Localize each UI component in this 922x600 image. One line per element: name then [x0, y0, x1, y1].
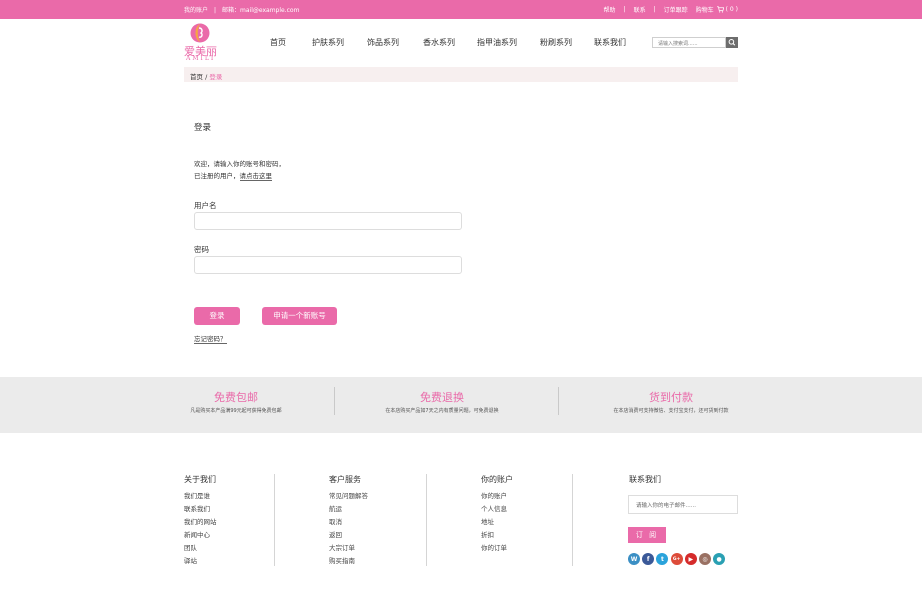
page-title: 登录	[194, 123, 212, 133]
footer-link-personal-info[interactable]: 个人信息	[481, 503, 513, 516]
main-nav: 首页 护肤系列 饰品系列 香水系列 指甲油系列 粉刷系列 联系我们	[0, 37, 922, 49]
forgot-password-link[interactable]: 忘记密码？	[194, 333, 227, 344]
feature-free-returns: 免费退换 在本店购买产品如7天之内有质量问题，可免费退换	[381, 389, 503, 414]
feature-desc: 凡是购买本产品满99元起可获得免费包邮	[190, 408, 282, 414]
footer-link-buying-guide[interactable]: 购买指南	[329, 555, 368, 568]
footer-link-news[interactable]: 新闻中心	[184, 529, 217, 542]
cart-link[interactable]: 购物车 ( 0 )	[696, 5, 738, 14]
instagram-icon[interactable]: ◎	[698, 553, 711, 565]
footer-link-your-account[interactable]: 你的账户	[481, 490, 513, 503]
contact-link[interactable]: 联系	[634, 5, 646, 14]
cart-icon	[716, 6, 724, 13]
feature-title: 免费包邮	[214, 391, 258, 404]
cart-label: 购物车	[695, 7, 714, 14]
footer-account: 你的账户 你的账户 个人信息 地址 折扣 你的订单	[481, 474, 513, 555]
top-bar: 我的账户 | 邮箱：mail@example.com 帮助 | 联系 | 订单跟踪 …	[0, 0, 922, 19]
footer-divider	[572, 474, 573, 566]
footer-link-bulk-orders[interactable]: 大宗订单	[329, 542, 368, 555]
footer-link-who-we-are[interactable]: 我们是谁	[184, 490, 217, 503]
social-icons: Wf t G+ ▶ ◎ ●	[628, 553, 727, 566]
footer-heading: 客户服务	[329, 475, 361, 484]
footer-link-cancel[interactable]: 取消	[329, 516, 368, 529]
footer-link-returns[interactable]: 返回	[329, 529, 368, 542]
footer-link-stations[interactable]: 驿站	[184, 555, 217, 568]
feature-desc: 在本店消费可支持微信、支付宝支付，还可货到付款	[613, 408, 729, 414]
footer-link-address[interactable]: 地址	[481, 516, 513, 529]
footer-heading: 关于我们	[184, 475, 216, 484]
footer-about: 关于我们 我们是谁 联系我们 我们的网站 新闻中心 团队 驿站	[184, 474, 217, 568]
topbar-left: 我的账户 | 邮箱：mail@example.com	[184, 5, 299, 14]
topbar-separator: |	[653, 6, 656, 13]
welcome-line-2: 已注册的用户，请点击这里	[194, 170, 285, 182]
feature-title: 免费退换	[420, 391, 464, 404]
nav-item-accessories[interactable]: 饰品系列	[367, 37, 399, 48]
footer-heading: 你的账户	[481, 475, 513, 484]
feature-desc: 在本店购买产品如7天之内有质量问题，可免费退换	[385, 408, 499, 414]
nav-item-home[interactable]: 首页	[270, 37, 286, 48]
footer-link-our-site[interactable]: 我们的网站	[184, 516, 217, 529]
feature-divider	[334, 387, 335, 415]
facebook-icon[interactable]: f	[642, 553, 655, 565]
feature-divider	[558, 387, 559, 415]
subscribe-button[interactable]: 订 阅	[628, 527, 666, 543]
features-band: 免费包邮 凡是购买本产品满99元起可获得免费包邮 免费退换 在本店购买产品如7天…	[0, 377, 922, 433]
breadcrumb-home[interactable]: 首页	[190, 73, 203, 81]
nav-item-perfume[interactable]: 香水系列	[423, 37, 455, 48]
register-button[interactable]: 申请一个新账号	[262, 307, 337, 325]
google-plus-icon[interactable]: G+	[670, 553, 683, 565]
search-input[interactable]: 请输入搜索词......	[652, 37, 726, 48]
logo-english-text: AMILI	[186, 55, 216, 62]
login-button[interactable]: 登录	[194, 307, 240, 325]
username-label: 用户名	[194, 201, 217, 210]
footer-link-team[interactable]: 团队	[184, 542, 217, 555]
breadcrumb: 首页 / 登录	[184, 67, 738, 82]
footer-link-discount[interactable]: 折扣	[481, 529, 513, 542]
topbar-email: 邮箱：mail@example.com	[222, 7, 300, 14]
footer-link-faq[interactable]: 常见问题解答	[329, 490, 368, 503]
help-link[interactable]: 帮助	[604, 5, 616, 14]
username-field[interactable]	[194, 212, 462, 230]
footer-link-contact-us[interactable]: 联系我们	[184, 503, 217, 516]
footer-heading: 联系我们	[629, 475, 661, 484]
feature-cash-on-delivery: 货到付款 在本店消费可支持微信、支付宝支付，还可货到付款	[604, 389, 738, 414]
welcome-text: 欢迎，请输入你的账号和密码， 已注册的用户，请点击这里	[194, 158, 285, 182]
breadcrumb-current: 登录	[209, 73, 223, 81]
footer-service: 客户服务 常见问题解答 航运 取消 返回 大宗订单 购买指南	[329, 474, 368, 568]
twitter-icon[interactable]: t	[656, 553, 669, 565]
search-button[interactable]	[726, 37, 738, 48]
feature-title: 货到付款	[649, 391, 693, 404]
topbar-separator: |	[214, 7, 217, 14]
search-bar: 请输入搜索词......	[652, 37, 738, 48]
password-label: 密码	[194, 245, 209, 254]
newsletter-email-input[interactable]: 请输入你的电子邮件......	[628, 495, 738, 514]
location-icon[interactable]: ●	[713, 553, 726, 565]
footer-divider	[426, 474, 427, 566]
weibo-icon[interactable]: W	[628, 553, 640, 565]
footer-link-shipping[interactable]: 航运	[329, 503, 368, 516]
cart-count: ( 0 )	[725, 6, 738, 13]
search-icon	[728, 39, 736, 46]
my-account-link[interactable]: 我的账户	[184, 7, 208, 14]
nav-item-brushes[interactable]: 粉刷系列	[540, 37, 572, 48]
nav-item-contact[interactable]: 联系我们	[594, 37, 626, 48]
nav-item-skincare[interactable]: 护肤系列	[312, 37, 344, 48]
nav-item-nail-polish[interactable]: 指甲油系列	[477, 37, 517, 48]
welcome-line-2-prefix: 已注册的用户，	[194, 172, 240, 180]
footer-contact: 联系我们	[629, 474, 661, 490]
topbar-separator: |	[623, 6, 626, 13]
footer-divider	[274, 474, 275, 566]
youtube-icon[interactable]: ▶	[684, 553, 697, 565]
password-field[interactable]	[194, 256, 462, 274]
track-order-link[interactable]: 订单跟踪	[664, 5, 688, 14]
register-here-link[interactable]: 请点击这里	[239, 172, 272, 181]
footer-link-your-orders[interactable]: 你的订单	[481, 542, 513, 555]
feature-free-shipping: 免费包邮 凡是购买本产品满99元起可获得免费包邮	[184, 389, 288, 414]
welcome-line-1: 欢迎，请输入你的账号和密码，	[194, 160, 285, 168]
topbar-right: 帮助 | 联系 | 订单跟踪 购物车 ( 0 )	[604, 5, 738, 14]
